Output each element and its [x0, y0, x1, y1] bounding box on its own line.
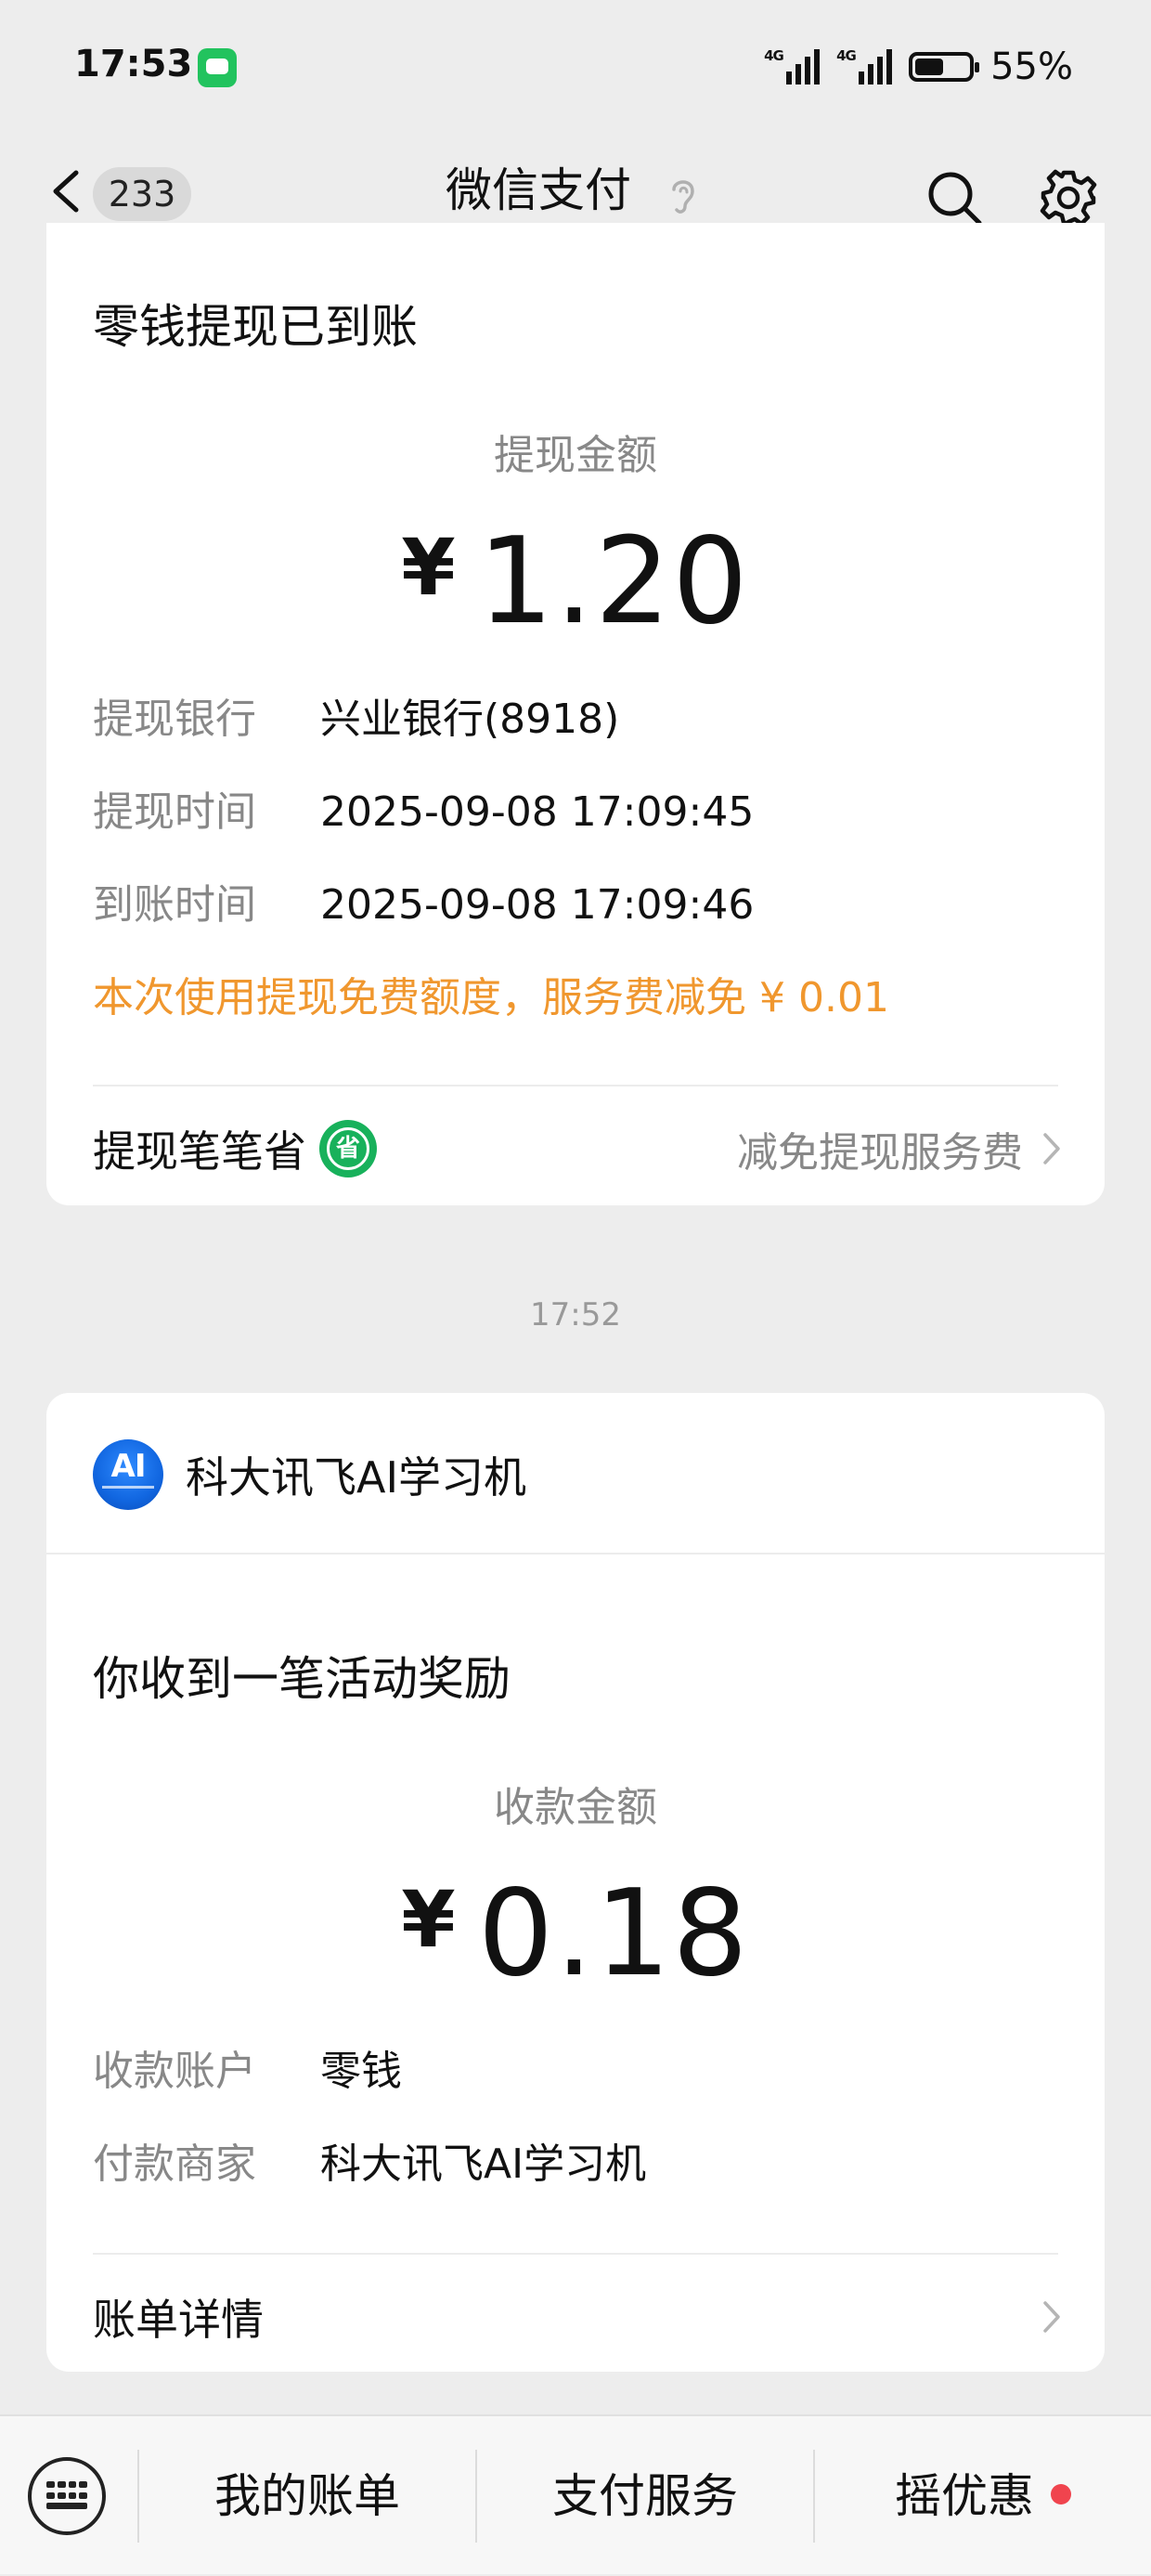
- battery-icon: [909, 52, 980, 82]
- withdrawal-card[interactable]: 零钱提现已到账 提现金额 ¥1.20 提现银行 兴业银行(8918) 提现时间 20…: [46, 223, 1105, 1205]
- status-indicators: 4G 4G 55%: [764, 43, 1073, 91]
- status-time: 17:53: [74, 43, 193, 85]
- withdrawal-amount-label: 提现金额: [494, 432, 657, 479]
- battery-percent: 55%: [990, 46, 1073, 88]
- detail-row: 付款商家 科大讯飞AI学习机: [93, 2140, 647, 2188]
- status-bar: 17:53 4G 4G 55%: [0, 0, 1151, 139]
- bill-details-chevron[interactable]: [1041, 2284, 1062, 2349]
- fee-saver-link[interactable]: 提现笔笔省 省: [93, 1116, 377, 1181]
- reward-title: 你收到一笔活动奖励: [93, 1652, 511, 1706]
- menu-shake-deals[interactable]: 摇优惠: [815, 2416, 1151, 2576]
- merchant-header[interactable]: AI 科大讯飞AI学习机: [93, 1439, 526, 1510]
- divider: [46, 1553, 1105, 1555]
- signal-4g-icon: 4G: [836, 47, 893, 86]
- ear-icon[interactable]: [665, 173, 702, 219]
- reward-card[interactable]: AI 科大讯飞AI学习机 你收到一笔活动奖励 收款金额 ¥0.18 收款账户 零钱…: [46, 1393, 1105, 2372]
- detail-row: 到账时间 2025-09-08 17:09:46: [93, 881, 755, 929]
- withdrawal-title: 零钱提现已到账: [93, 300, 418, 354]
- search-icon[interactable]: [924, 167, 985, 228]
- chevron-right-icon: [1043, 1133, 1060, 1164]
- message-timestamp: 17:52: [530, 1296, 621, 1334]
- detail-row: 提现时间 2025-09-08 17:09:45: [93, 788, 755, 836]
- detail-row: 收款账户 零钱: [93, 2048, 402, 2095]
- menu-my-bills[interactable]: 我的账单: [139, 2416, 475, 2576]
- fee-waiver-link[interactable]: 减免提现服务费: [737, 1116, 1062, 1181]
- reward-amount: ¥0.18: [401, 1865, 750, 2003]
- fee-waiver-note: 本次使用提现免费额度，服务费减免 ¥ 0.01: [93, 974, 889, 1021]
- bill-details-link[interactable]: 账单详情: [93, 2284, 264, 2349]
- merchant-logo: AI: [93, 1439, 163, 1510]
- divider: [93, 2253, 1058, 2255]
- notification-dot: [1051, 2484, 1071, 2504]
- chevron-right-icon: [1043, 2301, 1060, 2333]
- save-badge-icon: 省: [319, 1120, 377, 1177]
- detail-row: 提现银行 兴业银行(8918): [93, 696, 620, 743]
- signal-4g-icon: 4G: [764, 47, 821, 86]
- withdrawal-amount: ¥1.20: [401, 513, 750, 651]
- merchant-name: 科大讯飞AI学习机: [186, 1452, 527, 1503]
- reward-amount-label: 收款金额: [494, 1784, 657, 1831]
- messages-icon: [198, 48, 237, 87]
- gear-icon[interactable]: [1038, 167, 1099, 228]
- menu-payment-services[interactable]: 支付服务: [477, 2416, 813, 2576]
- divider: [93, 1085, 1058, 1086]
- keyboard-icon[interactable]: [28, 2457, 106, 2535]
- bottom-menu-bar: 我的账单 支付服务 摇优惠: [0, 2414, 1151, 2574]
